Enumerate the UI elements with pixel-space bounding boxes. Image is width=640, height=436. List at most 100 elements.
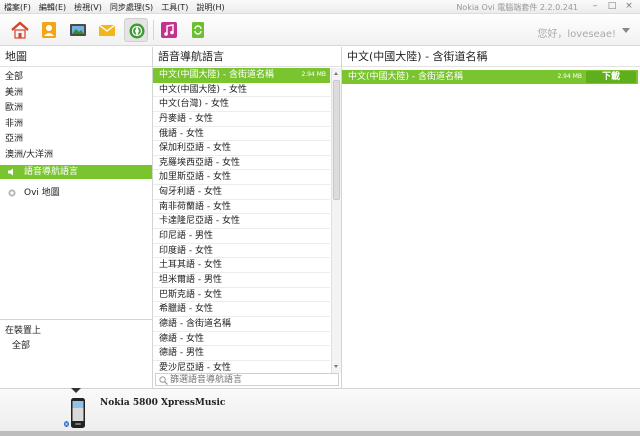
menu-bar: 檔案(F) 編輯(E) 檢視(V) 同步處理(S) 工具(T) 說明(H) No…: [0, 0, 640, 14]
window-title: Nokia Ovi 電腦端套件 2.2.0.241: [456, 3, 578, 12]
menu-sync[interactable]: 同步處理(S): [110, 2, 153, 13]
language-list-item[interactable]: 保加利亞語 - 女性: [153, 141, 330, 156]
file-size: 2.94 MB: [301, 71, 326, 78]
scrollbar-thumb[interactable]: [333, 80, 340, 200]
language-label: 中文(中國大陸) - 女性: [159, 84, 247, 95]
globe-icon: [129, 23, 145, 39]
region-item-americas[interactable]: 美洲: [0, 86, 152, 102]
file-size: 2.94 MB: [557, 73, 582, 80]
language-label: 丹麥語 - 女性: [159, 113, 213, 124]
nav-item-voice-guidance[interactable]: 語音導航語言: [0, 165, 152, 179]
language-list-item[interactable]: 坦米爾語 - 男性: [153, 273, 330, 288]
language-label: 保加利亞語 - 女性: [159, 143, 231, 154]
download-button[interactable]: 下載: [586, 71, 636, 83]
language-label: 中文(台灣) - 女性: [159, 99, 229, 110]
language-list-item[interactable]: 巴斯克語 - 女性: [153, 288, 330, 303]
language-search-box[interactable]: [155, 373, 339, 386]
language-list-item[interactable]: 中文(中國大陸) - 女性: [153, 83, 330, 98]
language-label: 坦米爾語 - 男性: [159, 274, 222, 285]
region-item-oceania[interactable]: 澳洲/大洋洲: [0, 148, 152, 164]
messages-button[interactable]: [95, 18, 119, 42]
language-label: 印尼語 - 男性: [159, 231, 213, 242]
menu-view[interactable]: 檢視(V): [74, 2, 102, 13]
middle-panel: 語音導航語言 中文(中國大陸) - 含街道名稱 2.94 MB 中文(中國大陸) -…: [153, 47, 342, 388]
user-greeting[interactable]: 您好，loveseae!: [537, 25, 616, 40]
left-panel: 地圖 全部 美洲 歐洲 非洲 亞洲 澳洲/大洋洲 語音導航語言 Ovi 地圖 在…: [0, 47, 153, 388]
language-list-item[interactable]: 德語 - 含街道名稱: [153, 317, 330, 332]
right-panel: 中文(中國大陸) - 含街道名稱 中文(中國大陸) - 含街道名稱 2.94 M…: [342, 47, 640, 388]
language-list-item[interactable]: 德語 - 男性: [153, 346, 330, 361]
photos-button[interactable]: [66, 18, 90, 42]
region-item-africa[interactable]: 非洲: [0, 117, 152, 133]
menu-edit[interactable]: 編輯(E): [39, 2, 66, 13]
nav-item-label: 語音導航語言: [24, 167, 79, 177]
language-label: 卡達隆尼亞語 - 女性: [159, 216, 240, 227]
search-icon: [159, 376, 168, 385]
chevron-down-icon[interactable]: [622, 28, 630, 33]
language-list-item[interactable]: 卡達隆尼亞語 - 女性: [153, 214, 330, 230]
language-list-item[interactable]: 克羅埃西亞語 - 女性: [153, 156, 330, 171]
language-list-item[interactable]: 中文(中國大陸) - 含街道名稱 2.94 MB: [153, 68, 330, 83]
maps-button[interactable]: [124, 18, 148, 42]
language-list-item[interactable]: 愛沙尼亞語 - 女性: [153, 361, 330, 373]
sync-icon: [192, 22, 204, 38]
maximize-button[interactable]: □: [605, 1, 619, 12]
envelope-icon: [98, 24, 116, 36]
on-device-section: 在裝置上 全部: [0, 319, 152, 388]
language-list-item[interactable]: 土耳其語 - 女性: [153, 258, 330, 273]
language-list-item[interactable]: 南非荷蘭語 - 女性: [153, 200, 330, 215]
speaker-icon: [8, 168, 13, 176]
language-label: 南非荷蘭語 - 女性: [159, 201, 231, 212]
selected-language-row[interactable]: 中文(中國大陸) - 含街道名稱 2.94 MB 下載: [342, 70, 638, 84]
music-button[interactable]: [157, 18, 181, 42]
language-list-item[interactable]: 中文(台灣) - 女性: [153, 97, 330, 112]
region-item-asia[interactable]: 亞洲: [0, 132, 152, 148]
language-list-item[interactable]: 丹麥語 - 女性: [153, 112, 330, 127]
ovi-suite-window: 檔案(F) 編輯(E) 檢視(V) 同步處理(S) 工具(T) 說明(H) No…: [0, 0, 640, 436]
menu-tools[interactable]: 工具(T): [161, 2, 188, 13]
scroll-down-arrow-icon[interactable]: [333, 363, 340, 371]
language-label: 克羅埃西亞語 - 女性: [159, 157, 240, 168]
nav-item-label: Ovi 地圖: [24, 188, 60, 198]
language-list-item[interactable]: 希臘語 - 女性: [153, 302, 330, 317]
language-label: 俄語 - 女性: [159, 128, 204, 139]
language-list-item[interactable]: 印尼語 - 男性: [153, 229, 330, 244]
language-label: 土耳其語 - 女性: [159, 260, 222, 271]
menu-file[interactable]: 檔案(F): [4, 2, 31, 13]
language-list-item[interactable]: 俄語 - 女性: [153, 127, 330, 142]
search-input[interactable]: [170, 374, 336, 385]
sync-button[interactable]: [186, 18, 210, 42]
globe-icon: [8, 189, 16, 197]
language-label: 中文(中國大陸) - 含街道名稱: [159, 70, 274, 80]
language-list-item[interactable]: 匈牙利語 - 女性: [153, 185, 330, 200]
scroll-up-arrow-icon[interactable]: [333, 70, 340, 78]
on-device-item-all[interactable]: 全部: [0, 336, 152, 351]
status-strip: [0, 431, 640, 436]
language-list-item[interactable]: 加里斯亞語 - 女性: [153, 170, 330, 186]
minimize-button[interactable]: –: [588, 1, 602, 12]
language-label: 德語 - 男性: [159, 348, 204, 359]
language-label: 加里斯亞語 - 女性: [159, 172, 231, 183]
language-label: 希臘語 - 女性: [159, 304, 213, 315]
nav-item-ovi-maps[interactable]: Ovi 地圖: [0, 186, 152, 200]
menu-help[interactable]: 說明(H): [196, 2, 224, 13]
language-label: 印度語 - 女性: [159, 245, 213, 256]
language-list-item[interactable]: 印度語 - 女性: [153, 244, 330, 259]
contacts-icon: [42, 22, 56, 38]
toolbar-divider: [153, 20, 154, 40]
maps-panel-title: 地圖: [0, 47, 152, 67]
language-label: 德語 - 女性: [159, 333, 204, 344]
voice-language-list: 中文(中國大陸) - 含街道名稱 2.94 MB 中文(中國大陸) - 女性 中文(台…: [153, 68, 330, 373]
contacts-button[interactable]: [37, 18, 61, 42]
close-button[interactable]: ×: [622, 1, 636, 12]
region-item-all[interactable]: 全部: [0, 70, 152, 86]
music-note-icon: [161, 22, 177, 38]
language-list-item[interactable]: 德語 - 女性: [153, 332, 330, 347]
region-item-europe[interactable]: 歐洲: [0, 101, 152, 117]
selected-language-label: 中文(中國大陸) - 含街道名稱: [348, 72, 463, 82]
language-label: 德語 - 含街道名稱: [159, 318, 231, 329]
phone-icon[interactable]: [63, 397, 93, 431]
detail-title: 中文(中國大陸) - 含街道名稱: [342, 47, 640, 67]
home-button[interactable]: [8, 18, 32, 42]
language-list-scrollbar[interactable]: [331, 68, 341, 373]
